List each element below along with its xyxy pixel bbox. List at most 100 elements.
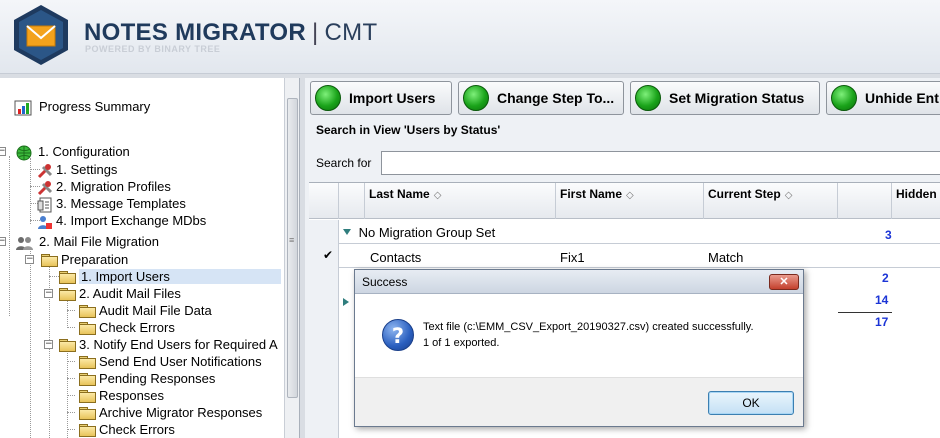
total-count: 17 xyxy=(875,315,889,329)
folder-icon xyxy=(78,321,96,335)
collapse-toggle-icon[interactable]: − xyxy=(0,237,6,246)
group-row[interactable]: No Migration Group Set xyxy=(342,225,495,240)
collapse-toggle-icon[interactable]: − xyxy=(25,255,34,264)
globe-icon xyxy=(16,145,32,160)
green-status-icon xyxy=(831,85,857,111)
button-label: Change Step To... xyxy=(497,90,615,106)
tree-item-send-end-user-notifications[interactable]: Send End User Notifications xyxy=(78,353,262,370)
group-label: No Migration Group Set xyxy=(358,225,496,240)
dialog-footer: OK xyxy=(355,377,803,426)
brand-name: NOTES MIGRATOR xyxy=(84,19,306,46)
set-migration-status-button[interactable]: Set Migration Status xyxy=(630,81,820,115)
unhide-entries-button[interactable]: Unhide Ent xyxy=(826,81,940,115)
tree-item-check-errors[interactable]: Check Errors xyxy=(78,421,175,438)
folder-icon xyxy=(78,423,96,437)
group-count: 3 xyxy=(885,228,892,242)
collapse-toggle-icon[interactable]: − xyxy=(0,147,6,156)
button-label: Import Users xyxy=(349,90,436,106)
expanded-caret-icon xyxy=(343,229,351,235)
tree-item-pending-responses[interactable]: Pending Responses xyxy=(78,370,215,387)
column-header-select[interactable] xyxy=(339,183,365,219)
column-header-current-step[interactable]: Current Step ◇ xyxy=(704,183,838,219)
tree-label: 2. Audit Mail Files xyxy=(79,286,181,301)
group-count: 14 xyxy=(875,293,889,307)
column-title: Hidden xyxy=(896,187,937,201)
tools-icon xyxy=(37,163,53,178)
tree-item-settings[interactable]: 1. Settings xyxy=(37,161,117,178)
folder-icon xyxy=(78,372,96,386)
scrollbar-thumb[interactable]: ≡ xyxy=(287,98,298,398)
dialog-title: Success xyxy=(362,275,408,289)
folder-icon xyxy=(58,287,76,301)
tree-label: Check Errors xyxy=(99,320,175,335)
tree-item-mail-file-migration[interactable]: 2. Mail File Migration xyxy=(16,233,159,250)
tree-item-audit-mail-files[interactable]: 2. Audit Mail Files xyxy=(58,285,181,302)
sort-icon: ◇ xyxy=(626,190,634,201)
tree-label: 4. Import Exchange MDbs xyxy=(56,213,207,228)
question-icon: ? xyxy=(382,319,414,351)
column-title: First Name xyxy=(560,187,623,201)
row-check-icon: ✔ xyxy=(323,248,334,262)
button-label: Unhide Ent xyxy=(865,90,939,106)
tree-item-check-errors[interactable]: Check Errors xyxy=(78,319,175,336)
folder-icon xyxy=(40,253,58,267)
green-status-icon xyxy=(463,85,489,111)
sort-icon: ◇ xyxy=(784,190,793,201)
cell-current-step[interactable]: Match xyxy=(708,250,743,265)
tree-label: 2. Migration Profiles xyxy=(56,179,171,194)
folder-icon xyxy=(78,406,96,420)
change-step-to-button[interactable]: Change Step To... xyxy=(458,81,624,115)
folder-icon xyxy=(58,338,76,352)
import-users-button[interactable]: Import Users xyxy=(310,81,452,115)
search-input[interactable] xyxy=(381,151,940,175)
user-import-icon xyxy=(37,214,53,229)
grid-header: Last Name ◇ First Name ◇ Current Step ◇ Hid… xyxy=(309,183,940,219)
powered-by: POWERED BY BINARY TREE xyxy=(85,44,221,54)
button-label: Set Migration Status xyxy=(669,90,805,106)
dialog-title-bar[interactable]: Success ✕ xyxy=(355,270,803,294)
app-header: NOTES MIGRATOR | CMT POWERED BY BINARY TRE… xyxy=(0,0,940,74)
users-icon xyxy=(16,235,33,250)
navigation-tree: Progress Summary − 1. Configuration 1. S… xyxy=(0,78,300,438)
column-header-last-name[interactable]: Last Name ◇ xyxy=(365,183,556,219)
tree-label: 1. Settings xyxy=(56,162,118,177)
collapsed-caret-icon[interactable] xyxy=(342,297,350,307)
tree-label: 1. Import Users xyxy=(79,269,281,284)
column-header-blank[interactable] xyxy=(838,183,892,219)
dialog-message-line1: Text file (c:\EMM_CSV_Export_20190327.cs… xyxy=(423,321,754,333)
tree-item-preparation[interactable]: Preparation xyxy=(40,251,128,268)
folder-icon xyxy=(78,304,96,318)
column-header-hidden[interactable]: Hidden xyxy=(892,183,940,219)
tree-label: Archive Migrator Responses xyxy=(99,405,263,420)
tree-item-progress-summary[interactable]: Progress Summary xyxy=(14,98,150,115)
tree-item-audit-mail-file-data[interactable]: Audit Mail File Data xyxy=(78,302,212,319)
column-header-indicator[interactable] xyxy=(309,183,339,219)
tree-label: Preparation xyxy=(61,252,129,267)
column-title: Current Step xyxy=(708,187,781,201)
success-dialog: Success ✕ ? Text file (c:\EMM_CSV_Export… xyxy=(354,269,804,427)
folder-icon xyxy=(58,270,76,284)
cell-last-name[interactable]: Contacts xyxy=(370,250,421,265)
tree-label: Send End User Notifications xyxy=(99,354,262,369)
tree-scrollbar[interactable]: ≡ xyxy=(284,78,299,438)
collapse-toggle-icon[interactable]: − xyxy=(44,289,53,298)
ok-button[interactable]: OK xyxy=(708,391,794,415)
collapse-toggle-icon[interactable]: − xyxy=(44,340,53,349)
search-for-label: Search for xyxy=(316,156,372,170)
tree-item-import-exchange-mdbs[interactable]: 4. Import Exchange MDbs xyxy=(37,212,206,229)
tree-label: 3. Notify End Users for Required A xyxy=(79,337,278,352)
folder-icon xyxy=(78,389,96,403)
grip-icon: ≡ xyxy=(289,235,295,245)
tree-item-responses[interactable]: Responses xyxy=(78,387,164,404)
column-header-first-name[interactable]: First Name ◇ xyxy=(556,183,704,219)
cell-first-name[interactable]: Fix1 xyxy=(560,250,585,265)
tree-label: 1. Configuration xyxy=(38,144,130,159)
tree-item-import-users[interactable]: 1. Import Users xyxy=(58,268,281,285)
close-button[interactable]: ✕ xyxy=(769,274,799,290)
tree-item-migration-profiles[interactable]: 2. Migration Profiles xyxy=(37,178,171,195)
tree-item-notify-end-users[interactable]: 3. Notify End Users for Required A xyxy=(58,336,278,353)
tree-item-message-templates[interactable]: 3. Message Templates xyxy=(37,195,186,212)
tree-item-configuration[interactable]: 1. Configuration xyxy=(16,143,130,160)
tree-label: Responses xyxy=(99,388,165,403)
tree-item-archive-migrator-responses[interactable]: Archive Migrator Responses xyxy=(78,404,262,421)
